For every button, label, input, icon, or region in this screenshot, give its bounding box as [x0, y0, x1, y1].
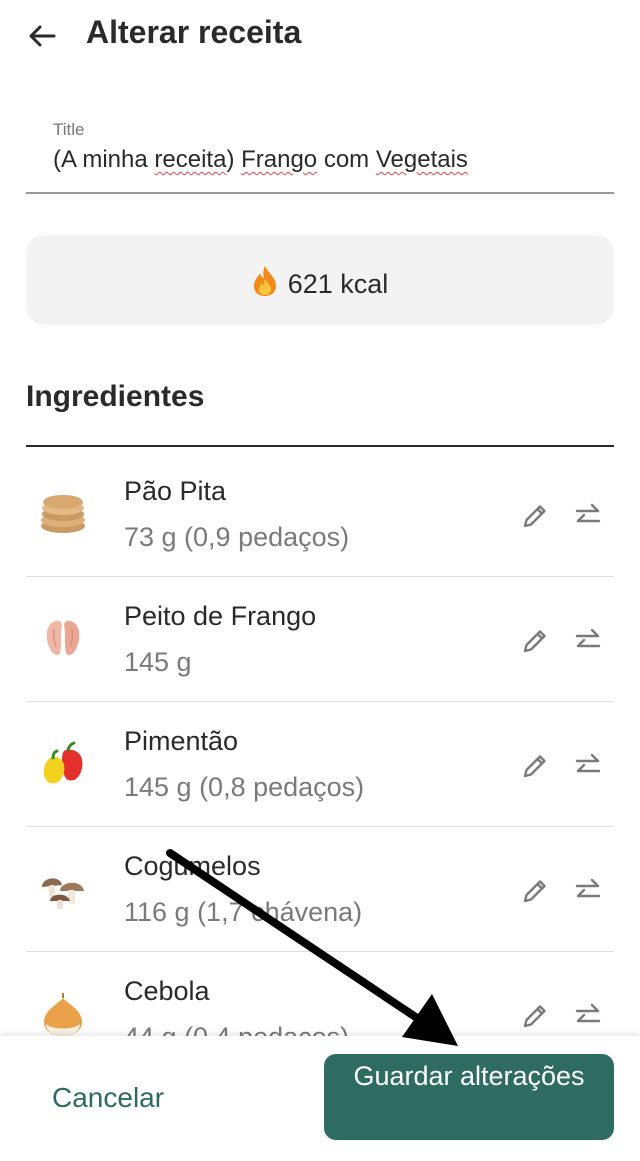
- ingredient-quantity: 145 g (0,8 pedaços): [124, 772, 365, 802]
- swap-arrows-icon[interactable]: [574, 875, 602, 907]
- ingredient-row[interactable]: Pão Pita 73 g (0,9 pedaços): [26, 452, 614, 577]
- ingredient-row[interactable]: Cogumelos 116 g (1,7 chávena): [26, 827, 614, 952]
- pencil-icon[interactable]: [519, 875, 551, 907]
- title-text-part: com: [317, 146, 376, 173]
- ingredients-heading: Ingredientes: [26, 380, 205, 413]
- chicken-breast-icon: [46, 620, 80, 656]
- ingredient-row[interactable]: Peito de Frango 145 g: [26, 577, 614, 702]
- footer-bar: Cancelar Guardar alterações: [0, 1036, 640, 1161]
- ingredient-name: Cogumelos: [124, 851, 261, 881]
- save-changes-button[interactable]: Guardar alterações: [324, 1054, 614, 1140]
- ingredients-divider: [26, 445, 614, 447]
- title-text-part-misspelled: Frango: [241, 146, 318, 173]
- back-arrow-icon[interactable]: [24, 18, 60, 54]
- page-title: Alterar receita: [86, 14, 302, 50]
- cancel-button[interactable]: Cancelar: [52, 1082, 164, 1114]
- pita-bread-icon: [41, 495, 85, 533]
- swap-arrows-icon[interactable]: [574, 1000, 602, 1032]
- ingredient-name: Cebola: [124, 976, 210, 1006]
- ingredient-quantity: 73 g (0,9 pedaços): [124, 522, 350, 552]
- pencil-icon[interactable]: [519, 625, 551, 657]
- calories-value: 621 kcal: [287, 269, 389, 299]
- mushrooms-icon: [42, 878, 84, 909]
- ingredients-list: Pão Pita 73 g (0,9 pedaços) Peito de Fra…: [26, 452, 614, 1077]
- title-field[interactable]: Title (A minha receita) Frango com Veget…: [26, 118, 614, 194]
- ingredient-row[interactable]: Pimentão 145 g (0,8 pedaços): [26, 702, 614, 827]
- title-text-part-misspelled: Vegetais: [375, 146, 468, 173]
- title-text-part: ): [226, 146, 242, 173]
- ingredient-quantity: 116 g (1,7 chávena): [124, 897, 363, 927]
- title-field-label: Title: [53, 120, 85, 139]
- pencil-icon[interactable]: [519, 750, 551, 782]
- bell-pepper-icon: [43, 741, 83, 784]
- header: Alterar receita: [0, 0, 640, 80]
- ingredient-name: Pimentão: [124, 726, 239, 756]
- calories-summary: 621 kcal: [26, 235, 614, 325]
- pencil-icon[interactable]: [519, 1000, 551, 1032]
- title-text-part: (A minha: [53, 146, 155, 173]
- fire-icon: [253, 266, 276, 296]
- swap-arrows-icon[interactable]: [574, 500, 602, 532]
- swap-arrows-icon[interactable]: [574, 750, 602, 782]
- ingredient-quantity: 145 g: [124, 647, 192, 677]
- title-text-part-misspelled: receita: [154, 146, 227, 173]
- title-input-value[interactable]: (A minha receita) Frango com Vegetais: [53, 146, 468, 174]
- ingredient-name: Peito de Frango: [124, 601, 317, 631]
- ingredient-name: Pão Pita: [124, 476, 227, 506]
- pencil-icon[interactable]: [519, 500, 551, 532]
- swap-arrows-icon[interactable]: [574, 625, 602, 657]
- save-changes-label: Guardar alterações: [353, 1061, 585, 1091]
- onion-icon: [44, 993, 82, 1036]
